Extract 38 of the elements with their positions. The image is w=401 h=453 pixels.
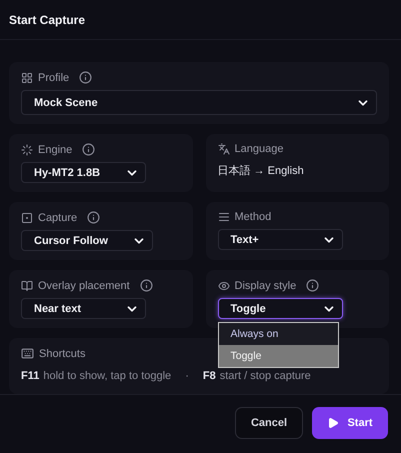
field-label: Display style [234,280,296,292]
grid-icon [21,72,33,84]
info-icon[interactable] [306,279,320,292]
start-button[interactable]: Start [312,407,388,440]
keyboard-icon [21,347,34,360]
spinner-icon [21,144,33,156]
field-label: Language [234,143,284,156]
dropdown-option[interactable]: Toggle [218,345,338,368]
select-field[interactable]: Cursor Follow [21,230,153,252]
select-field[interactable]: Text+ [218,229,342,250]
play-icon [327,417,340,430]
eye-icon [218,280,230,292]
separator-dot: · [185,370,189,382]
profile-select[interactable]: Mock Scene [21,90,377,116]
book-icon [21,280,33,292]
info-icon[interactable] [82,143,96,156]
shortcut-key: F8 [202,370,216,382]
select-field[interactable]: Hy-MT2 1.8B [21,162,146,184]
field-label: Capture [38,212,78,224]
dropdown-option[interactable]: Always on [218,323,338,346]
info-icon[interactable] [79,71,92,84]
field-label: Profile [38,72,70,84]
shortcut-key: F11 [21,370,40,382]
language-value: 日本語 → English [218,164,305,178]
field-label: Engine [38,144,72,156]
select-field[interactable]: Toggle [218,298,342,320]
field-label: Overlay placement [38,280,130,292]
shortcut-description: hold to show, tap to toggle [43,370,172,382]
info-icon[interactable] [140,279,153,292]
field-label: Method [234,211,272,224]
translate-icon [218,143,230,156]
select-field[interactable]: Near text [21,298,146,320]
info-icon[interactable] [87,211,100,224]
lines-icon [218,211,230,224]
field-label: Shortcuts [39,348,86,360]
cancel-button[interactable]: Cancel [235,407,303,440]
shortcut-description: start / stop capture [220,370,311,382]
dialog-title: Start Capture [9,12,86,27]
